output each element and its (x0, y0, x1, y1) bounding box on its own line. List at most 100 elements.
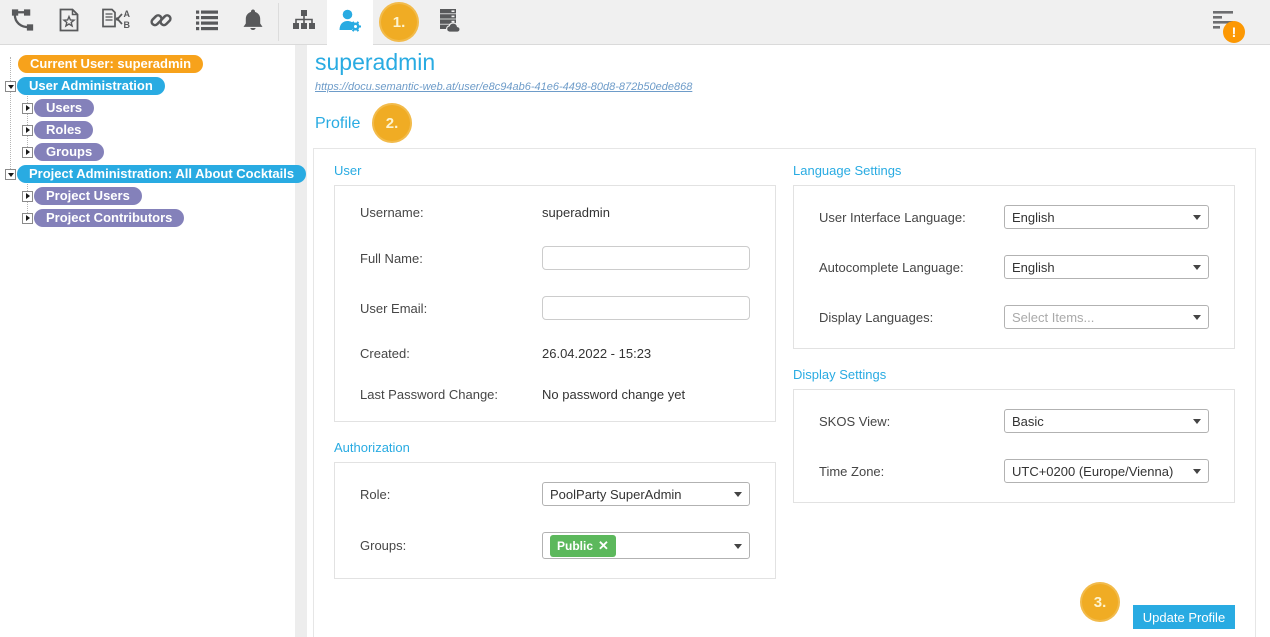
groups-pill[interactable]: Groups (34, 143, 104, 161)
sitemap-tool[interactable] (281, 0, 327, 45)
role-row: Role: PoolParty SuperAdmin (335, 469, 775, 519)
project-administration-pill[interactable]: Project Administration: All About Cockta… (17, 165, 306, 183)
time-zone-dropdown[interactable]: UTC+0200 (Europe/Vienna) (1004, 459, 1209, 483)
svg-text:A: A (124, 9, 131, 19)
sidebar-scrollbar[interactable] (295, 45, 307, 637)
link-icon (148, 7, 174, 38)
autocomplete-language-dropdown[interactable]: English (1004, 255, 1209, 279)
current-user-pill[interactable]: Current User: superadmin (18, 55, 203, 73)
time-zone-label: Time Zone: (819, 464, 1004, 479)
users-pill[interactable]: Users (34, 99, 94, 117)
role-dropdown[interactable]: PoolParty SuperAdmin (542, 482, 750, 506)
display-languages-placeholder: Select Items... (1012, 310, 1094, 325)
username-label: Username: (360, 205, 542, 220)
navigation-tree: Current User: superadmin User Administra… (0, 45, 295, 637)
user-administration-pill[interactable]: User Administration (17, 77, 165, 95)
user-settings-tool[interactable] (327, 0, 373, 45)
last-password-change-value: No password change yet (542, 387, 685, 402)
link-tool[interactable] (138, 0, 184, 45)
expand-toggle-icon[interactable] (22, 125, 33, 136)
display-settings-heading: Display Settings (793, 367, 1235, 382)
bell-icon (240, 7, 266, 38)
chevron-down-icon (1193, 265, 1201, 274)
curve-path-tool[interactable] (0, 0, 46, 45)
display-languages-multiselect[interactable]: Select Items... (1004, 305, 1209, 329)
ui-language-row: User Interface Language: English (794, 192, 1234, 242)
last-password-change-label: Last Password Change: (360, 387, 542, 402)
user-email-field[interactable] (542, 296, 750, 320)
chevron-down-icon (1193, 215, 1201, 224)
project-contributors-pill[interactable]: Project Contributors (34, 209, 184, 227)
expand-toggle-icon[interactable] (22, 191, 33, 202)
document-classify-ab-icon: A B (100, 7, 130, 38)
autocomplete-language-row: Autocomplete Language: English (794, 242, 1234, 292)
tree-item-current-user: Current User: superadmin (0, 53, 295, 75)
skos-view-row: SKOS View: Basic (794, 396, 1234, 446)
document-classify-tool[interactable]: A B (92, 0, 138, 45)
collapse-toggle-icon[interactable] (5, 81, 16, 92)
language-settings-heading: Language Settings (793, 163, 1235, 178)
user-gear-icon (336, 6, 364, 39)
user-uri-link[interactable]: https://docu.semantic-web.at/user/e8c94a… (315, 81, 692, 93)
ui-language-dropdown[interactable]: English (1004, 205, 1209, 229)
user-email-label: User Email: (360, 301, 542, 316)
expand-toggle-icon[interactable] (22, 103, 33, 114)
update-profile-button[interactable]: Update Profile (1133, 605, 1235, 629)
user-section-heading: User (334, 163, 776, 178)
user-email-row: User Email: (335, 283, 775, 333)
chevron-down-icon (1193, 315, 1201, 324)
list-icon (194, 7, 220, 38)
notifications-alert-tool[interactable]: ! (1200, 0, 1246, 45)
display-settings-box: SKOS View: Basic Time Zone: UTC+0200 (Eu… (793, 389, 1235, 503)
document-star-tool[interactable] (46, 0, 92, 45)
top-toolbar: A B (0, 0, 1270, 45)
step-3-badge: 3. (1080, 582, 1120, 622)
skos-view-selected-value: Basic (1012, 414, 1044, 429)
username-value: superadmin (542, 205, 610, 220)
curve-path-icon (10, 6, 37, 38)
tree-item-project-contributors: Project Contributors (0, 207, 295, 229)
groups-multiselect[interactable]: Public ✕ (542, 532, 750, 559)
language-settings-box: User Interface Language: English Autocom… (793, 185, 1235, 349)
project-users-pill[interactable]: Project Users (34, 187, 142, 205)
authorization-box: Role: PoolParty SuperAdmin Groups: Publi… (334, 462, 776, 579)
profile-right-column: Language Settings User Interface Languag… (793, 163, 1235, 521)
created-value: 26.04.2022 - 15:23 (542, 346, 651, 361)
skos-view-label: SKOS View: (819, 414, 1004, 429)
list-tool[interactable] (184, 0, 230, 45)
expand-toggle-icon[interactable] (22, 147, 33, 158)
authorization-section-heading: Authorization (334, 440, 776, 455)
tree-item-roles: Roles (0, 119, 295, 141)
user-box: Username: superadmin Full Name: User Ema… (334, 185, 776, 422)
full-name-field[interactable] (542, 246, 750, 270)
notifications-tool[interactable] (230, 0, 276, 45)
time-zone-selected-value: UTC+0200 (Europe/Vienna) (1012, 464, 1173, 479)
ui-language-selected-value: English (1012, 210, 1055, 225)
autocomplete-language-selected-value: English (1012, 260, 1055, 275)
profile-panel: User Username: superadmin Full Name: Use… (313, 148, 1256, 637)
chevron-down-icon (734, 492, 742, 501)
groups-row: Groups: Public ✕ (335, 519, 775, 572)
username-row: Username: superadmin (335, 192, 775, 233)
display-languages-label: Display Languages: (819, 310, 1004, 325)
chevron-down-icon (1193, 469, 1201, 478)
step-1-badge-circle: 1. (379, 2, 419, 42)
remove-tag-icon[interactable]: ✕ (598, 538, 609, 554)
step-1-badge: 1. (376, 0, 422, 45)
full-name-row: Full Name: (335, 233, 775, 283)
server-tool[interactable] (425, 0, 471, 45)
chevron-down-icon (1193, 419, 1201, 428)
profile-left-column: User Username: superadmin Full Name: Use… (334, 163, 776, 597)
roles-pill[interactable]: Roles (34, 121, 93, 139)
chevron-down-icon (734, 544, 742, 553)
skos-view-dropdown[interactable]: Basic (1004, 409, 1209, 433)
alert-exclamation-badge: ! (1223, 21, 1245, 43)
toolbar-divider (278, 3, 279, 41)
groups-label: Groups: (360, 538, 542, 553)
expand-toggle-icon[interactable] (22, 213, 33, 224)
sitemap-icon (291, 7, 317, 38)
page-title: superadmin (315, 49, 435, 76)
collapse-toggle-icon[interactable] (5, 169, 16, 180)
svg-text:B: B (124, 20, 131, 30)
profile-page: superadmin https://docu.semantic-web.at/… (307, 45, 1270, 637)
